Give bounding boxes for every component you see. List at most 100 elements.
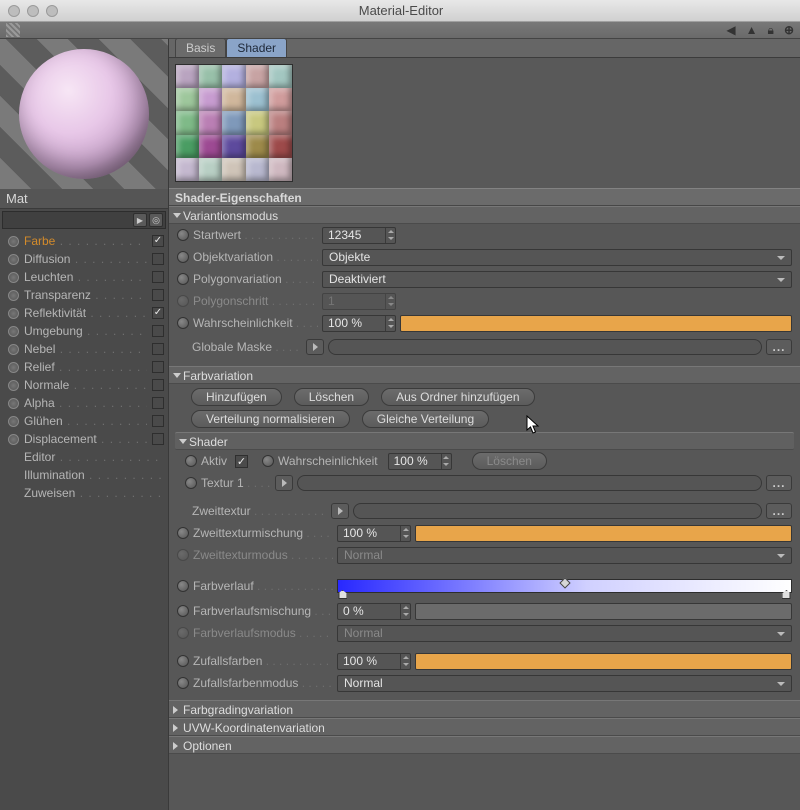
channel-umgebung[interactable]: Umgebung (0, 322, 168, 340)
channel-displacement[interactable]: Displacement (0, 430, 168, 448)
channel-radio[interactable] (8, 362, 19, 373)
field-globale-maske[interactable] (328, 339, 762, 355)
field-startwert[interactable]: 12345 (322, 227, 396, 244)
channel-radio[interactable] (8, 416, 19, 427)
channel-radio[interactable] (8, 344, 19, 355)
channel-editor[interactable]: Editor (0, 448, 168, 466)
channel-checkbox[interactable] (152, 415, 164, 427)
dropdown-polygonvariation[interactable]: Deaktiviert (322, 271, 792, 288)
channel-radio[interactable] (8, 308, 19, 319)
param-anim-dot[interactable] (262, 455, 274, 467)
channel-transparenz[interactable]: Transparenz (0, 286, 168, 304)
channel-reflekt[interactable]: Reflektivität (0, 304, 168, 322)
btn-gleiche-verteilung[interactable]: Gleiche Verteilung (362, 410, 489, 428)
channel-relief[interactable]: Relief (0, 358, 168, 376)
field-zweittextur[interactable] (353, 503, 762, 519)
btn-verteilung-normalisieren[interactable]: Verteilung normalisieren (191, 410, 350, 428)
browse-button[interactable]: ... (766, 503, 792, 519)
param-anim-dot[interactable] (177, 655, 189, 667)
bar-farbverlaufsmischung[interactable] (415, 603, 792, 620)
channel-checkbox[interactable] (152, 325, 164, 337)
channel-normale[interactable]: Normale (0, 376, 168, 394)
channel-leuchten[interactable]: Leuchten (0, 268, 168, 286)
param-anim-dot[interactable] (177, 229, 189, 241)
shader-thumbnail[interactable] (175, 64, 293, 182)
gradient-knot[interactable] (559, 577, 570, 588)
texture-menu-icon[interactable] (306, 339, 324, 355)
channel-checkbox[interactable] (152, 433, 164, 445)
group-farbgradingvariation[interactable]: Farbgradingvariation (169, 700, 800, 718)
channel-radio[interactable] (8, 380, 19, 391)
drag-handle-icon[interactable] (6, 23, 20, 37)
btn-hinzufuegen[interactable]: Hinzufügen (191, 388, 282, 406)
gradient-stop-left[interactable] (338, 590, 347, 599)
nav-up-icon[interactable]: ▲ (746, 23, 758, 37)
param-anim-dot[interactable] (177, 251, 189, 263)
param-anim-dot[interactable] (185, 455, 197, 467)
channel-radio[interactable] (8, 272, 19, 283)
channel-checkbox[interactable] (152, 361, 164, 373)
btn-aus-ordner[interactable]: Aus Ordner hinzufügen (381, 388, 534, 406)
channel-radio[interactable] (8, 290, 19, 301)
nav-back-icon[interactable]: ◀ (726, 23, 735, 37)
lock-icon[interactable]: 🔒︎ (768, 23, 774, 38)
browse-button[interactable]: ... (766, 475, 792, 491)
channel-radio[interactable] (8, 434, 19, 445)
btn-loeschen[interactable]: Löschen (294, 388, 369, 406)
channel-radio[interactable] (8, 236, 19, 247)
param-anim-dot[interactable] (177, 527, 189, 539)
channel-radio[interactable] (8, 326, 19, 337)
channel-gluehen[interactable]: Glühen (0, 412, 168, 430)
new-tab-icon[interactable]: ⊕ (784, 23, 794, 37)
channel-radio[interactable] (8, 398, 19, 409)
browse-button[interactable]: ... (766, 339, 792, 355)
gradient-stop-right[interactable] (782, 590, 791, 599)
field-zufallsfarben[interactable]: 100 % (337, 653, 411, 670)
channel-checkbox[interactable] (152, 397, 164, 409)
field-wahrscheinlichkeit[interactable]: 100 % (322, 315, 396, 332)
tab-shader[interactable]: Shader (226, 39, 287, 57)
field-wahrscheinlichkeit-shader[interactable]: 100 % (388, 453, 452, 470)
spinner[interactable] (385, 228, 395, 243)
param-anim-dot[interactable] (185, 477, 197, 489)
channel-checkbox[interactable] (152, 289, 164, 301)
gradient-editor[interactable] (337, 579, 792, 593)
tab-basis[interactable]: Basis (175, 39, 226, 57)
param-anim-dot[interactable] (177, 605, 189, 617)
channel-diffusion[interactable]: Diffusion (0, 250, 168, 268)
channel-checkbox[interactable] (152, 343, 164, 355)
channel-radio[interactable] (8, 254, 19, 265)
group-optionen[interactable]: Optionen (169, 736, 800, 754)
group-shader[interactable]: Shader (175, 432, 794, 450)
channel-checkbox[interactable] (152, 271, 164, 283)
channel-farbe[interactable]: Farbe (0, 232, 168, 250)
group-farbvariation[interactable]: Farbvariation (169, 366, 800, 384)
bar-zufallsfarben[interactable] (415, 653, 792, 670)
material-name[interactable]: Mat (0, 189, 168, 209)
channel-checkbox[interactable] (152, 253, 164, 265)
channel-checkbox[interactable] (152, 235, 164, 247)
texture-menu-icon[interactable] (275, 475, 293, 491)
param-anim-dot[interactable] (177, 273, 189, 285)
param-anim-dot[interactable] (177, 580, 189, 592)
channel-illumination[interactable]: Illumination (0, 466, 168, 484)
attribute-search[interactable]: ▶ ◎ (2, 211, 166, 229)
field-textur1[interactable] (297, 475, 762, 491)
play-icon[interactable]: ▶ (133, 213, 147, 227)
field-farbverlaufsmischung[interactable]: 0 % (337, 603, 411, 620)
group-uvw-koordinatenvariation[interactable]: UVW-Koordinatenvariation (169, 718, 800, 736)
field-zweittexturmischung[interactable]: 100 % (337, 525, 411, 542)
channel-alpha[interactable]: Alpha (0, 394, 168, 412)
channel-nebel[interactable]: Nebel (0, 340, 168, 358)
dropdown-objektvariation[interactable]: Objekte (322, 249, 792, 266)
group-variantionsmodus[interactable]: Variantionsmodus (169, 206, 800, 224)
bar-wahrscheinlichkeit[interactable] (400, 315, 792, 332)
checkbox-aktiv[interactable] (235, 455, 248, 468)
texture-menu-icon[interactable] (331, 503, 349, 519)
material-preview[interactable] (0, 39, 168, 189)
param-anim-dot[interactable] (177, 677, 189, 689)
target-icon[interactable]: ◎ (149, 213, 163, 227)
channel-checkbox[interactable] (152, 379, 164, 391)
channel-zuweisen[interactable]: Zuweisen (0, 484, 168, 502)
dropdown-zufallsfarbenmodus[interactable]: Normal (337, 675, 792, 692)
